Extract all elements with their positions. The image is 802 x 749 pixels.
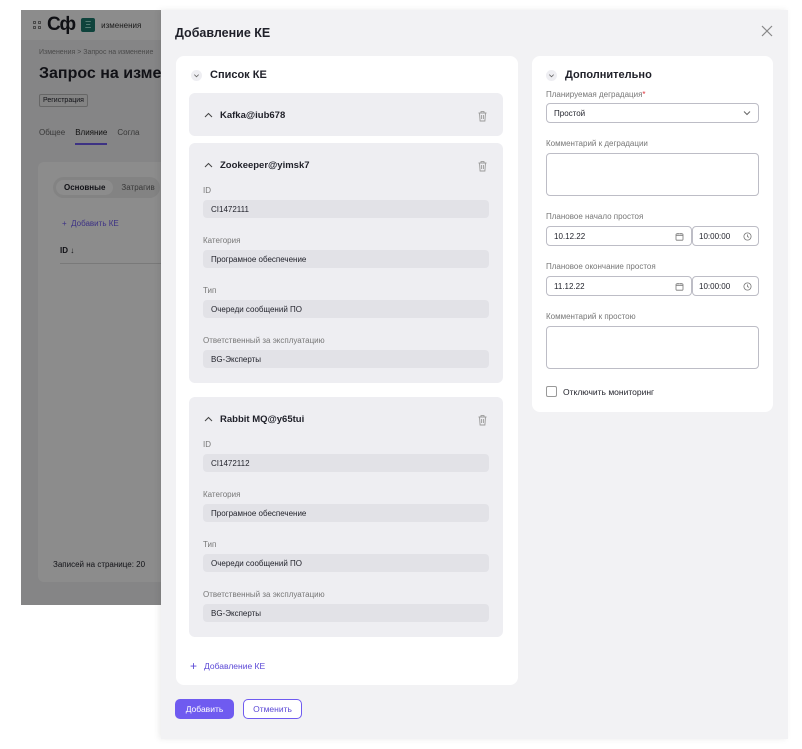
field-value: Програмное обеспечение	[203, 250, 489, 268]
field-label: Категория	[203, 236, 241, 245]
downtime-comment-label: Комментарий к простою	[546, 312, 636, 321]
degradation-comment-label: Комментарий к деградации	[546, 139, 648, 148]
degradation-comment-input[interactable]	[546, 153, 759, 196]
ke-card-header[interactable]: Rabbit MQ@y65tui	[204, 414, 304, 425]
additional-panel: Дополнительно Планируемая деградация* Пр…	[532, 56, 773, 412]
ke-list-title: Список КЕ	[210, 69, 267, 81]
ke-card: Kafka@iub678	[189, 93, 503, 136]
chevron-up-icon	[204, 162, 213, 168]
trash-icon	[478, 415, 487, 426]
ke-name: Zookeeper@yimsk7	[220, 160, 310, 171]
start-date-input[interactable]: 10.12.22	[546, 226, 692, 246]
drawer-title: Добавление КЕ	[175, 26, 271, 40]
field-label: ID	[203, 440, 211, 449]
delete-ke-button[interactable]	[477, 413, 488, 426]
field-value: BG-Эксперты	[203, 604, 489, 622]
trash-icon	[478, 161, 487, 172]
clock-icon[interactable]	[743, 282, 752, 291]
delete-ke-button[interactable]	[477, 159, 488, 172]
field-label: Тип	[203, 286, 217, 295]
additional-header[interactable]: Дополнительно	[546, 69, 652, 81]
disable-monitoring-label[interactable]: Отключить мониторинг	[563, 387, 654, 397]
ke-list-panel: Список КЕ Kafka@iub678 Zookeeper@yimsk7 …	[176, 56, 518, 685]
end-date-input[interactable]: 11.12.22	[546, 276, 692, 296]
end-label: Плановое окончание простоя	[546, 262, 656, 271]
plus-icon: +	[190, 659, 198, 673]
calendar-icon[interactable]	[675, 282, 684, 291]
degradation-label-text: Планируемая деградация	[546, 90, 643, 99]
collapse-icon	[191, 69, 202, 81]
collapse-icon	[546, 69, 557, 81]
ke-list-header[interactable]: Список КЕ	[191, 69, 267, 81]
chevron-up-icon	[204, 416, 213, 422]
field-value: CI1472111	[203, 200, 489, 218]
modal-overlay[interactable]	[21, 10, 161, 605]
field-value: CI1472112	[203, 454, 489, 472]
degradation-value: Простой	[554, 108, 586, 118]
end-time-input[interactable]: 10:00:00	[692, 276, 759, 296]
additional-title: Дополнительно	[565, 69, 652, 81]
calendar-icon[interactable]	[675, 232, 684, 241]
disable-monitoring-row: Отключить мониторинг	[546, 386, 654, 397]
field-label: ID	[203, 186, 211, 195]
ke-name: Kafka@iub678	[220, 110, 286, 121]
start-time-value: 10:00:00	[699, 231, 731, 241]
field-label: Ответственный за эксплуатацию	[203, 590, 325, 599]
start-time-input[interactable]: 10:00:00	[692, 226, 759, 246]
field-value: Програмное обеспечение	[203, 504, 489, 522]
close-button[interactable]	[760, 24, 774, 38]
ke-name: Rabbit MQ@y65tui	[220, 414, 305, 425]
end-time-value: 10:00:00	[699, 281, 731, 291]
start-date-value: 10.12.22	[554, 231, 586, 241]
degradation-label: Планируемая деградация*	[546, 90, 646, 99]
cancel-button[interactable]: Отменить	[243, 699, 302, 719]
required-mark: *	[642, 90, 646, 99]
clock-icon[interactable]	[743, 232, 752, 241]
ke-card-header[interactable]: Kafka@iub678	[204, 110, 285, 121]
disable-monitoring-checkbox[interactable]	[546, 386, 557, 397]
ke-card: Zookeeper@yimsk7 ID CI1472111 Категория …	[189, 143, 503, 383]
chevron-down-icon	[743, 111, 751, 116]
field-label: Ответственный за эксплуатацию	[203, 336, 325, 345]
field-value: BG-Эксперты	[203, 350, 489, 368]
field-label: Категория	[203, 490, 241, 499]
ke-card-header[interactable]: Zookeeper@yimsk7	[204, 160, 310, 171]
start-label: Плановое начало простоя	[546, 212, 644, 221]
close-icon	[761, 25, 773, 37]
chevron-up-icon	[204, 112, 213, 118]
add-ke-link-label: Добавление КЕ	[204, 661, 266, 671]
end-date-value: 11.12.22	[554, 281, 585, 291]
field-value: Очереди сообщений ПО	[203, 300, 489, 318]
add-ke-link[interactable]: + Добавление КЕ	[190, 660, 265, 672]
field-value: Очереди сообщений ПО	[203, 554, 489, 572]
field-label: Тип	[203, 540, 217, 549]
add-ke-drawer: Добавление КЕ Список КЕ Kafka@iub678 Zoo…	[161, 10, 788, 739]
delete-ke-button[interactable]	[477, 109, 488, 122]
trash-icon	[478, 111, 487, 122]
downtime-comment-input[interactable]	[546, 326, 759, 369]
add-button[interactable]: Добавить	[175, 699, 234, 719]
degradation-select[interactable]: Простой	[546, 103, 759, 123]
ke-card: Rabbit MQ@y65tui ID CI1472112 Категория …	[189, 397, 503, 637]
